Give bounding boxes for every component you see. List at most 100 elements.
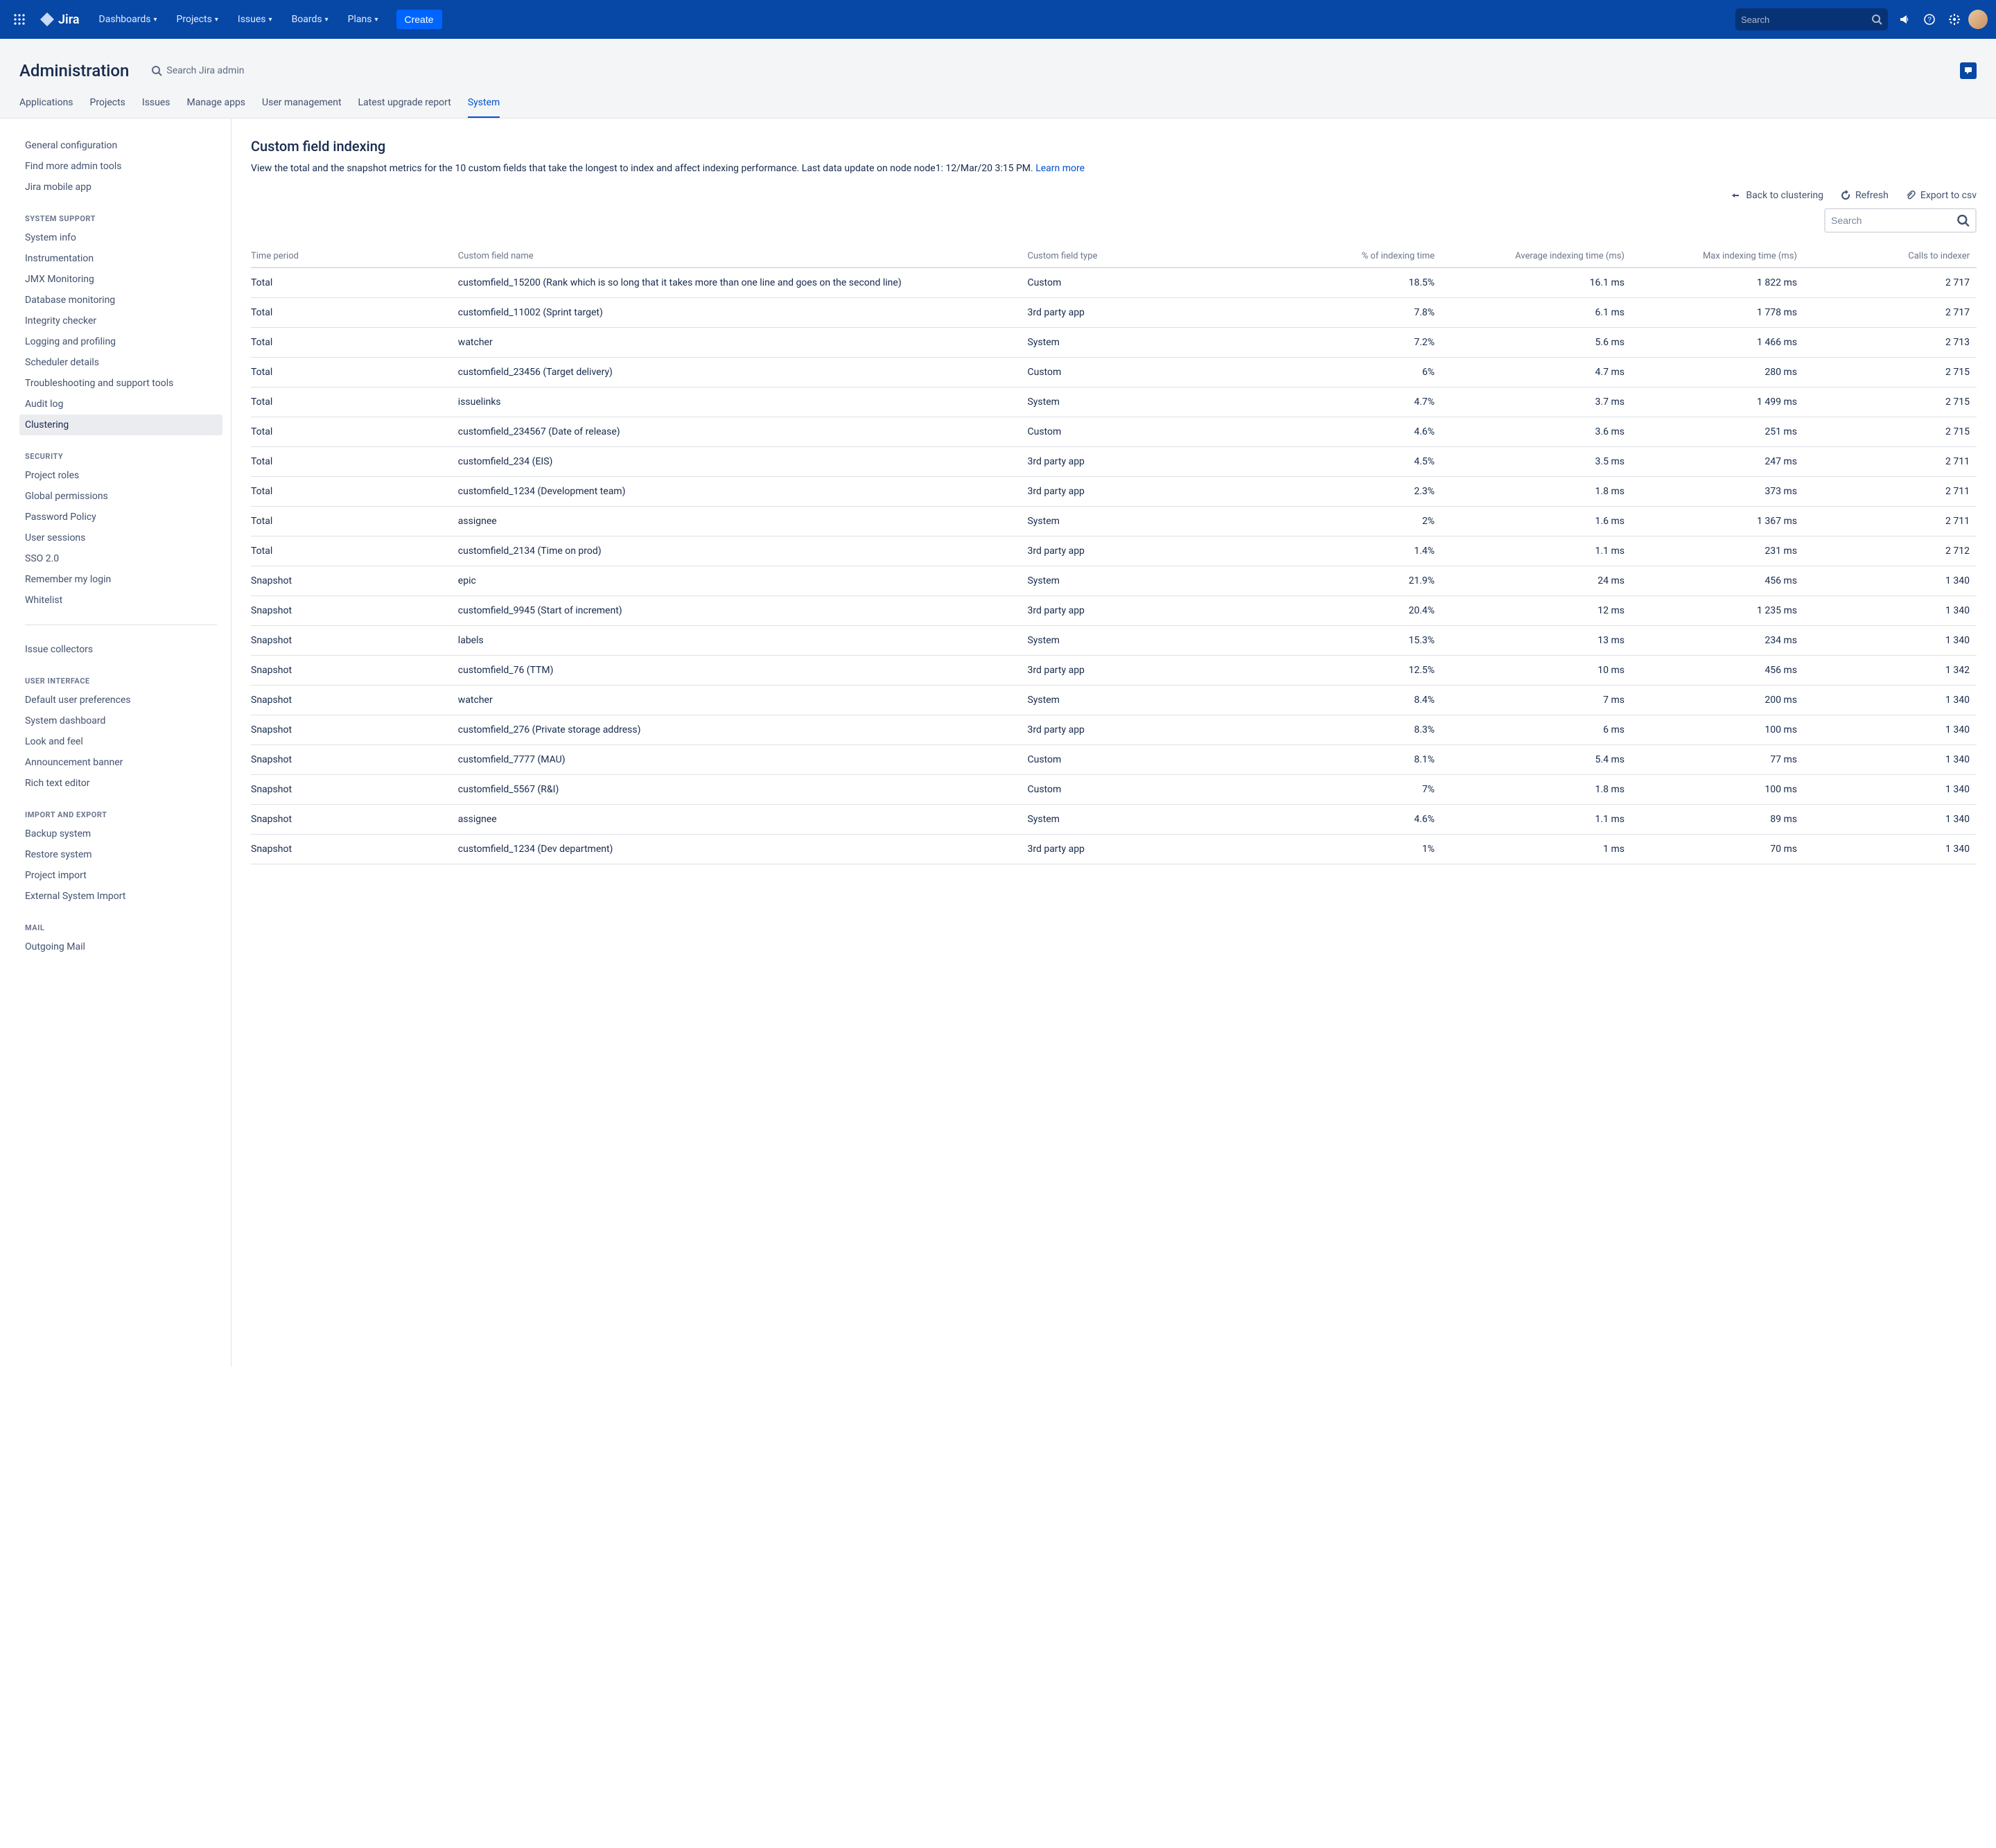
sidebar-item[interactable]: Announcement banner — [19, 752, 222, 773]
nav-plans[interactable]: Plans▾ — [341, 8, 385, 30]
help-button[interactable]: ? — [1918, 8, 1941, 30]
system-sidebar: General configurationFind more admin too… — [0, 119, 231, 1366]
nav-boards[interactable]: Boards▾ — [285, 8, 335, 30]
cell-calls: 1 340 — [1804, 686, 1977, 715]
sidebar-heading-user-interface: USER INTERFACE — [25, 677, 217, 686]
app-switcher-icon — [14, 14, 25, 25]
cell-calls: 1 340 — [1804, 626, 1977, 656]
cell-pct: 4.6% — [1252, 805, 1442, 835]
cell-pct: 1.4% — [1252, 537, 1442, 566]
sidebar-item[interactable]: Backup system — [19, 823, 222, 844]
sidebar-item[interactable]: Troubleshooting and support tools — [19, 373, 222, 394]
export-csv-link[interactable]: Export to csv — [1905, 190, 1977, 201]
cell-pct: 12.5% — [1252, 656, 1442, 686]
refresh-link[interactable]: Refresh — [1840, 190, 1889, 201]
cell-avg: 12 ms — [1442, 596, 1631, 626]
cell-name: customfield_1234 (Dev department) — [458, 835, 1028, 864]
cell-name: issuelinks — [458, 387, 1028, 417]
settings-button[interactable] — [1943, 8, 1966, 30]
sidebar-item[interactable]: Jira mobile app — [19, 177, 222, 198]
tab-system[interactable]: System — [468, 97, 500, 118]
cell-pct: 2% — [1252, 507, 1442, 537]
sidebar-item[interactable]: SSO 2.0 — [19, 548, 222, 569]
th-pct-indexing-time[interactable]: % of indexing time — [1252, 245, 1442, 268]
sidebar-item[interactable]: Global permissions — [19, 486, 222, 507]
cell-pct: 8.3% — [1252, 715, 1442, 745]
cell-avg: 24 ms — [1442, 566, 1631, 596]
sidebar-item[interactable]: Logging and profiling — [19, 331, 222, 352]
table-search-input[interactable] — [1831, 215, 1956, 226]
cell-calls: 2 717 — [1804, 298, 1977, 328]
sidebar-item[interactable]: Scheduler details — [19, 352, 222, 373]
sidebar-item[interactable]: General configuration — [19, 135, 222, 156]
tab-applications[interactable]: Applications — [19, 97, 73, 118]
global-search[interactable] — [1735, 8, 1888, 30]
sidebar-item[interactable]: Outgoing Mail — [19, 936, 222, 957]
sidebar-item[interactable]: Project roles — [19, 465, 222, 486]
nav-dashboards[interactable]: Dashboards▾ — [92, 8, 164, 30]
table-row: Totalcustomfield_234 (EIS)3rd party app4… — [251, 447, 1977, 477]
sidebar-item[interactable]: External System Import — [19, 886, 222, 907]
cell-calls: 2 715 — [1804, 387, 1977, 417]
sidebar-item[interactable]: Clustering — [19, 415, 222, 435]
nav-projects[interactable]: Projects▾ — [170, 8, 225, 30]
th-avg-indexing-time[interactable]: Average indexing time (ms) — [1442, 245, 1631, 268]
sidebar-item[interactable]: Database monitoring — [19, 290, 222, 311]
jira-logo-icon — [40, 12, 54, 26]
cell-name: customfield_234 (EIS) — [458, 447, 1028, 477]
cell-max: 373 ms — [1631, 477, 1804, 507]
app-switcher-button[interactable] — [8, 8, 30, 30]
tab-user-management[interactable]: User management — [262, 97, 341, 118]
th-custom-field-name[interactable]: Custom field name — [458, 245, 1028, 268]
th-custom-field-type[interactable]: Custom field type — [1027, 245, 1252, 268]
sidebar-item[interactable]: Audit log — [19, 394, 222, 415]
sidebar-item[interactable]: Default user preferences — [19, 690, 222, 711]
sidebar-item[interactable]: Integrity checker — [19, 311, 222, 331]
sidebar-item[interactable]: Project import — [19, 865, 222, 886]
user-avatar[interactable] — [1968, 10, 1988, 29]
table-search[interactable] — [1824, 208, 1977, 233]
sidebar-item[interactable]: System info — [19, 227, 222, 248]
learn-more-link[interactable]: Learn more — [1035, 163, 1085, 174]
tab-manage-apps[interactable]: Manage apps — [187, 97, 246, 118]
sidebar-item[interactable]: Look and feel — [19, 731, 222, 752]
sidebar-item[interactable]: Rich text editor — [19, 773, 222, 794]
create-button[interactable]: Create — [396, 10, 442, 29]
tab-projects[interactable]: Projects — [90, 97, 125, 118]
notifications-button[interactable] — [1893, 8, 1916, 30]
sidebar-item[interactable]: Restore system — [19, 844, 222, 865]
sidebar-item[interactable]: Instrumentation — [19, 248, 222, 269]
sidebar-item[interactable]: Find more admin tools — [19, 156, 222, 177]
cell-type: System — [1027, 805, 1252, 835]
table-row: SnapshotassigneeSystem4.6%1.1 ms89 ms1 3… — [251, 805, 1977, 835]
sidebar-item[interactable]: JMX Monitoring — [19, 269, 222, 290]
chevron-down-icon: ▾ — [153, 16, 157, 24]
sidebar-item[interactable]: Remember my login — [19, 569, 222, 590]
global-search-input[interactable] — [1741, 15, 1871, 25]
cell-name: customfield_15200 (Rank which is so long… — [458, 268, 1028, 298]
page-description: View the total and the snapshot metrics … — [251, 162, 1977, 176]
sidebar-item[interactable]: User sessions — [19, 528, 222, 548]
cell-period: Snapshot — [251, 715, 458, 745]
sidebar-item[interactable]: Whitelist — [19, 590, 222, 611]
nav-issues[interactable]: Issues▾ — [231, 8, 279, 30]
admin-title: Administration — [19, 61, 129, 80]
sidebar-item[interactable]: System dashboard — [19, 711, 222, 731]
feedback-button[interactable] — [1960, 62, 1977, 79]
tab-issues[interactable]: Issues — [142, 97, 170, 118]
cell-max: 247 ms — [1631, 447, 1804, 477]
table-row: Totalcustomfield_11002 (Sprint target)3r… — [251, 298, 1977, 328]
tab-latest-upgrade[interactable]: Latest upgrade report — [358, 97, 451, 118]
cell-max: 1 466 ms — [1631, 328, 1804, 358]
sidebar-item[interactable]: Password Policy — [19, 507, 222, 528]
back-to-clustering-link[interactable]: Back to clustering — [1731, 190, 1823, 201]
jira-logo[interactable]: Jira — [36, 12, 84, 27]
cell-pct: 15.3% — [1252, 626, 1442, 656]
th-max-indexing-time[interactable]: Max indexing time (ms) — [1631, 245, 1804, 268]
search-admin-button[interactable]: Search Jira admin — [151, 65, 244, 76]
cell-period: Total — [251, 537, 458, 566]
sidebar-item-issue-collectors[interactable]: Issue collectors — [19, 639, 222, 660]
th-time-period[interactable]: Time period — [251, 245, 458, 268]
th-calls-to-indexer[interactable]: Calls to indexer — [1804, 245, 1977, 268]
cell-pct: 20.4% — [1252, 596, 1442, 626]
